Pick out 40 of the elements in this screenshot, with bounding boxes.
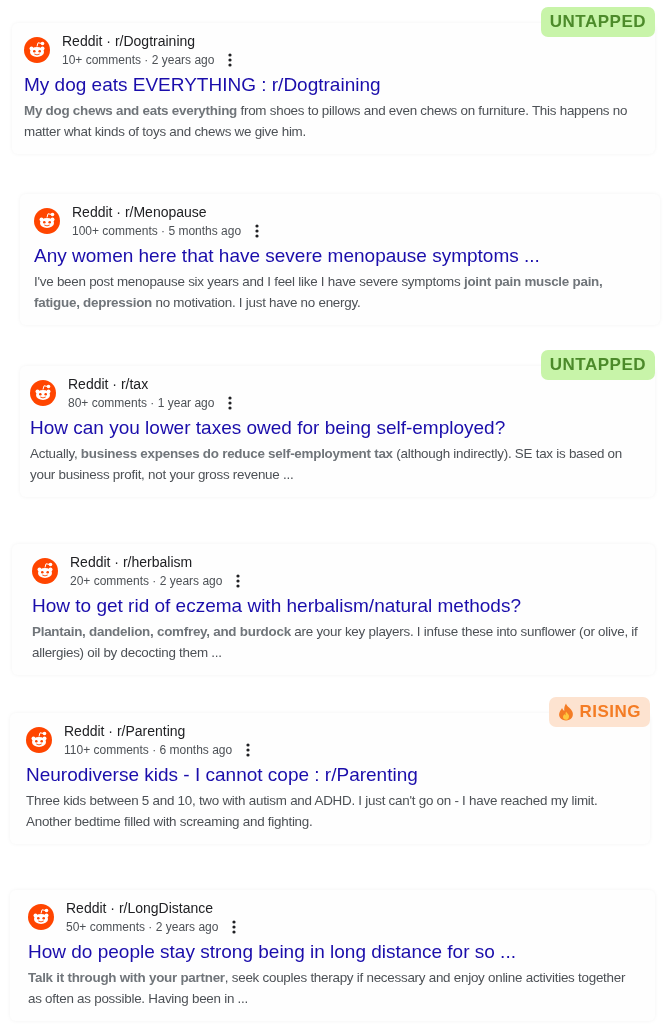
fire-icon — [558, 703, 575, 721]
result-title-link[interactable]: How do people stay strong being in long distance for so ... — [28, 939, 516, 965]
result-snippet: I've been post menopause six years and I feel like I have severe symptoms joint pain muscle pain, fatigue, depression no motivation. I just have no energy. — [34, 273, 604, 312]
source-line: Reddit · r/Dogtraining — [62, 32, 197, 51]
more-options-icon[interactable] — [236, 574, 241, 588]
result-meta: 10+ comments · 2 years ago — [62, 52, 215, 69]
result-snippet: Plantain, dandelion, comfrey, and burdock are your key players. I infuse these into sunflower (or olive, if allergies) oil by decocting them ... — [32, 623, 639, 662]
result-title-link[interactable]: How to get rid of eczema with herbalism/natural methods? — [32, 593, 521, 619]
result-meta: 20+ comments · 2 years ago — [70, 573, 223, 590]
result-title-link[interactable]: How can you lower taxes owed for being self-employed? — [30, 415, 506, 441]
more-options-icon[interactable] — [232, 920, 237, 934]
source-line: Reddit · r/Menopause — [72, 203, 208, 222]
badge-label: UNTAPPED — [549, 12, 646, 32]
result-meta: 100+ comments · 5 months ago — [72, 223, 242, 240]
result-meta: 50+ comments · 2 years ago — [66, 919, 219, 936]
more-options-icon[interactable] — [228, 396, 233, 410]
result-title-link[interactable]: Neurodiverse kids - I cannot cope : r/Parenting — [26, 762, 418, 788]
result-snippet: Actually, business expenses do reduce self-employment tax (although indirectly). SE tax is based on your business profit, not your gross revenue ... — [30, 445, 623, 484]
result-snippet: Three kids between 5 and 10, two with autism and ADHD. I just can't go on - I have reached my limit. Another bedtime filled with screaming and fighting. — [26, 792, 599, 831]
result-meta: 110+ comments · 6 months ago — [64, 742, 233, 759]
more-options-icon[interactable] — [255, 224, 260, 238]
source-line: Reddit · r/herbalism — [70, 553, 194, 572]
more-options-icon[interactable] — [228, 53, 233, 67]
site-logo-icon — [26, 727, 52, 753]
result-title-link[interactable]: My dog eats EVERYTHING : r/Dogtraining — [24, 72, 381, 98]
badge-label: RISING — [579, 702, 641, 722]
more-options-icon[interactable] — [246, 743, 251, 757]
site-logo-icon — [30, 380, 56, 406]
site-logo-icon — [28, 904, 54, 930]
badge-label: UNTAPPED — [549, 355, 646, 375]
result-title-link[interactable]: Any women here that have severe menopause symptoms ... — [34, 243, 540, 269]
result-meta: 80+ comments · 1 year ago — [68, 395, 215, 412]
site-logo-icon — [24, 37, 50, 63]
source-line: Reddit · r/Parenting — [64, 722, 187, 741]
result-snippet: Talk it through with your partner, seek couples therapy if necessary and enjoy online activities together as often as possible. Having been in ... — [28, 969, 627, 1008]
source-line: Reddit · r/tax — [68, 375, 150, 394]
site-logo-icon — [34, 208, 60, 234]
site-logo-icon — [32, 558, 58, 584]
result-snippet: My dog chews and eats everything from shoes to pillows and even chews on furniture. This happens no matter what kinds of toys and chews we give him. — [24, 102, 629, 141]
source-line: Reddit · r/LongDistance — [66, 899, 215, 918]
